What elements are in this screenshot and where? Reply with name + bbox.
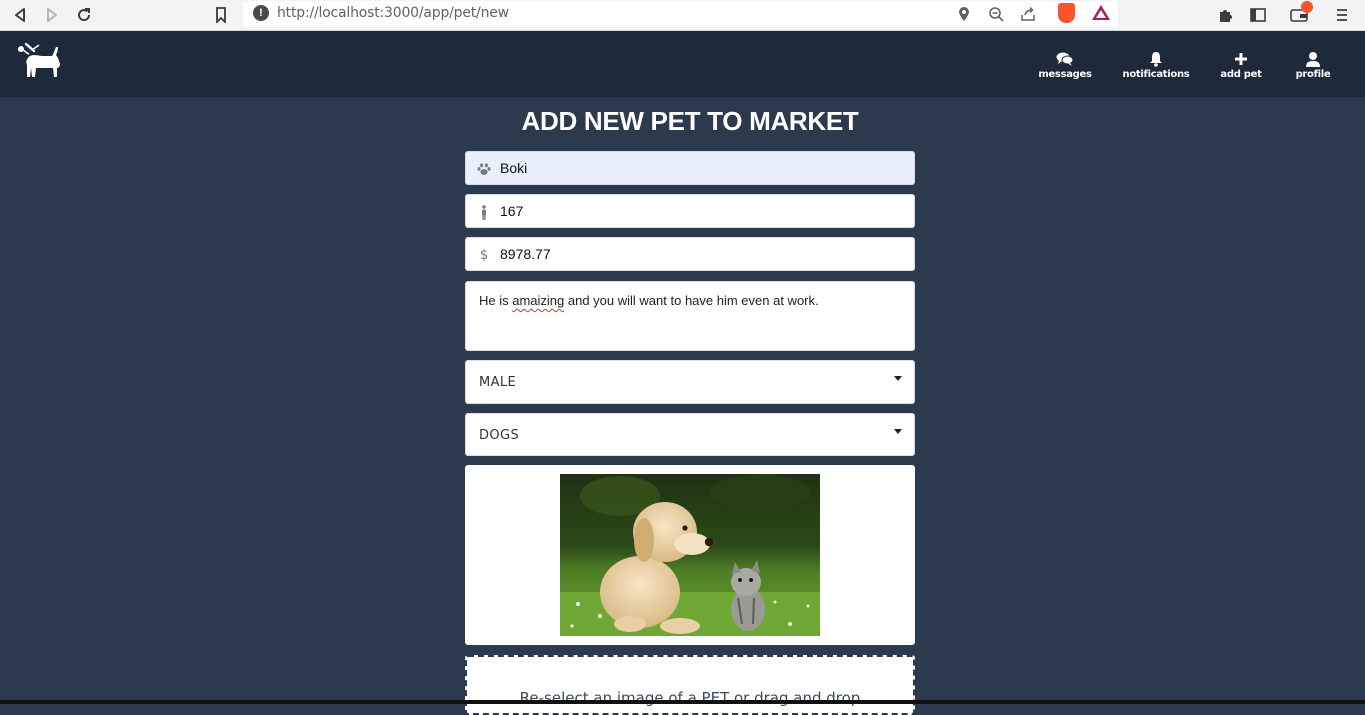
browser-toolbar: ! http://localhost:3000/app/pet/new — [0, 0, 1365, 31]
bookmark-icon[interactable] — [209, 3, 233, 27]
chat-bubbles-icon — [1030, 51, 1100, 67]
nav-messages-label: messages — [1038, 69, 1092, 80]
pet-price-value[interactable]: 8978.77 — [500, 246, 551, 262]
user-icon — [1278, 51, 1348, 67]
nav-add-pet-label: add pet — [1220, 69, 1262, 80]
nav-notifications-label: notifications — [1122, 69, 1190, 80]
category-select[interactable]: DOGS — [465, 413, 915, 456]
extensions-icon[interactable] — [1213, 3, 1237, 27]
image-dropzone[interactable]: Re-select an image of a PET or drag and … — [465, 655, 915, 715]
wallet-badge — [1301, 1, 1313, 13]
nav-messages[interactable]: messages — [1030, 51, 1100, 80]
chevron-down-icon — [894, 429, 902, 434]
nav-profile-label: profile — [1295, 69, 1331, 80]
nav-profile[interactable]: profile — [1278, 51, 1348, 80]
sidebar-icon[interactable] — [1246, 3, 1270, 27]
location-icon[interactable] — [954, 4, 974, 24]
pet-height-value[interactable]: 167 — [500, 203, 523, 219]
page-title: ADD NEW PET TO MARKET — [521, 106, 859, 136]
paw-icon — [476, 161, 492, 177]
dropzone-text: Re-select an image of a PET or drag and … — [519, 689, 861, 707]
pet-price-input[interactable]: $ 8978.77 — [465, 237, 915, 271]
brave-shield-icon[interactable] — [1058, 3, 1075, 23]
pet-name-value[interactable]: Boki — [500, 160, 527, 176]
image-preview-box — [465, 465, 915, 645]
share-icon[interactable] — [1018, 4, 1038, 24]
nav-notifications[interactable]: notifications — [1121, 51, 1191, 80]
pet-photo — [560, 474, 820, 636]
site-info-icon[interactable]: ! — [253, 5, 269, 21]
nav-add-pet[interactable]: add pet — [1206, 51, 1276, 80]
chevron-down-icon — [894, 376, 902, 381]
dollar-icon: $ — [479, 247, 489, 263]
url-text[interactable]: http://localhost:3000/app/pet/new — [277, 5, 509, 21]
category-selected-value: DOGS — [479, 428, 520, 443]
pet-name-input[interactable]: Boki — [465, 151, 915, 185]
pet-description-textarea[interactable]: He is amaizing and you will want to have… — [465, 281, 915, 351]
misspelled-word: amaizing — [512, 293, 565, 308]
address-bar[interactable]: ! http://localhost:3000/app/pet/new — [243, 1, 1118, 27]
pet-description-value[interactable]: He is amaizing and you will want to have… — [479, 293, 819, 308]
person-icon — [476, 204, 492, 220]
description-text-start: He is — [479, 293, 513, 308]
app-header: messages notifications add pet profile — [0, 31, 1365, 97]
menu-icon[interactable] — [1330, 3, 1354, 27]
pet-height-input[interactable]: 167 — [465, 194, 915, 228]
gender-select[interactable]: MALE — [465, 360, 915, 404]
bell-icon — [1121, 51, 1191, 67]
forward-arrow-icon[interactable] — [40, 3, 64, 27]
brave-rewards-icon[interactable] — [1092, 5, 1110, 20]
back-arrow-icon[interactable] — [8, 3, 32, 27]
plus-icon — [1206, 51, 1276, 67]
dog-logo-icon[interactable] — [16, 41, 62, 81]
window-bottom-edge — [0, 700, 1365, 704]
description-text-end: and you will want to have him even at wo… — [564, 293, 819, 308]
reload-icon[interactable] — [72, 3, 96, 27]
zoom-out-icon[interactable] — [986, 4, 1006, 24]
gender-selected-value: MALE — [479, 375, 517, 390]
